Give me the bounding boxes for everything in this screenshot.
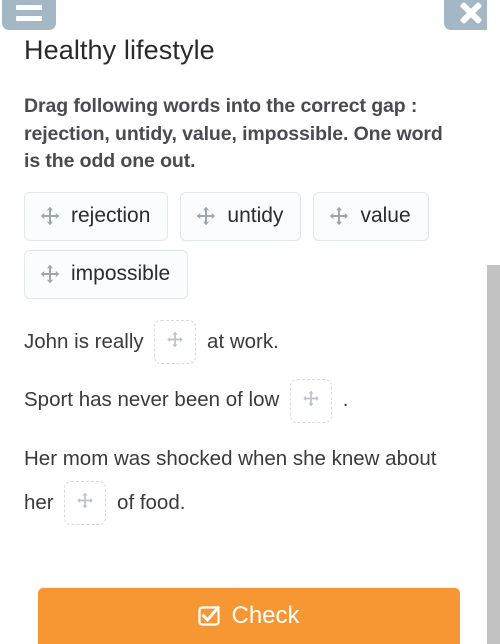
drop-gap-2[interactable] <box>289 378 332 423</box>
move-arrows-icon <box>329 206 349 226</box>
menu-button[interactable] <box>2 0 56 30</box>
checkbox-checked-icon <box>198 604 222 628</box>
hamburger-menu-icon <box>16 5 42 21</box>
check-button-label: Check <box>231 602 300 629</box>
sentence-3: Her mom was shocked when she knew about … <box>24 437 464 526</box>
sentence-text-before: Sport has never been of low <box>24 388 280 412</box>
sentence-list: John is really at work. Sport has never … <box>24 320 487 526</box>
page-title: Healthy lifestyle <box>24 35 215 65</box>
draggable-word-value[interactable]: value <box>313 191 429 241</box>
sentence-text-after: at work. <box>207 329 279 353</box>
exercise-content: Healthy lifestyle Drag following words i… <box>0 30 487 526</box>
scrollbar-track[interactable] <box>487 0 500 644</box>
word-chip-label: impossible <box>71 261 171 285</box>
move-arrows-icon <box>167 320 184 364</box>
header-bar <box>0 0 500 30</box>
drop-gap-1[interactable] <box>154 320 197 365</box>
word-chip-label: value <box>360 203 411 227</box>
move-arrows-icon <box>40 264 60 284</box>
move-arrows-icon <box>40 206 60 226</box>
draggable-word-rejection[interactable]: rejection <box>24 191 169 241</box>
sentence-2: Sport has never been of low . <box>24 378 464 423</box>
draggable-word-impossible[interactable]: impossible <box>24 249 189 299</box>
close-x-icon <box>459 1 483 25</box>
sentence-text-after: of food. <box>117 490 186 514</box>
word-chip-label: rejection <box>71 203 151 227</box>
sentence-1: John is really at work. <box>24 320 464 365</box>
check-button[interactable]: Check <box>38 588 460 644</box>
move-arrows-icon <box>196 206 216 226</box>
instructions-text: Drag following words into the correct ga… <box>24 95 443 172</box>
draggable-word-untidy[interactable]: untidy <box>180 191 302 241</box>
scrollbar-thumb[interactable] <box>487 265 500 644</box>
word-chip-label: untidy <box>227 203 284 227</box>
sentence-text-before: John is really <box>24 329 144 353</box>
drop-gap-3[interactable] <box>64 481 107 526</box>
sentence-text-after: . <box>342 388 349 412</box>
move-arrows-icon <box>302 379 319 423</box>
move-arrows-icon <box>77 481 94 525</box>
word-bank: rejection untidy value impossible <box>24 191 479 308</box>
